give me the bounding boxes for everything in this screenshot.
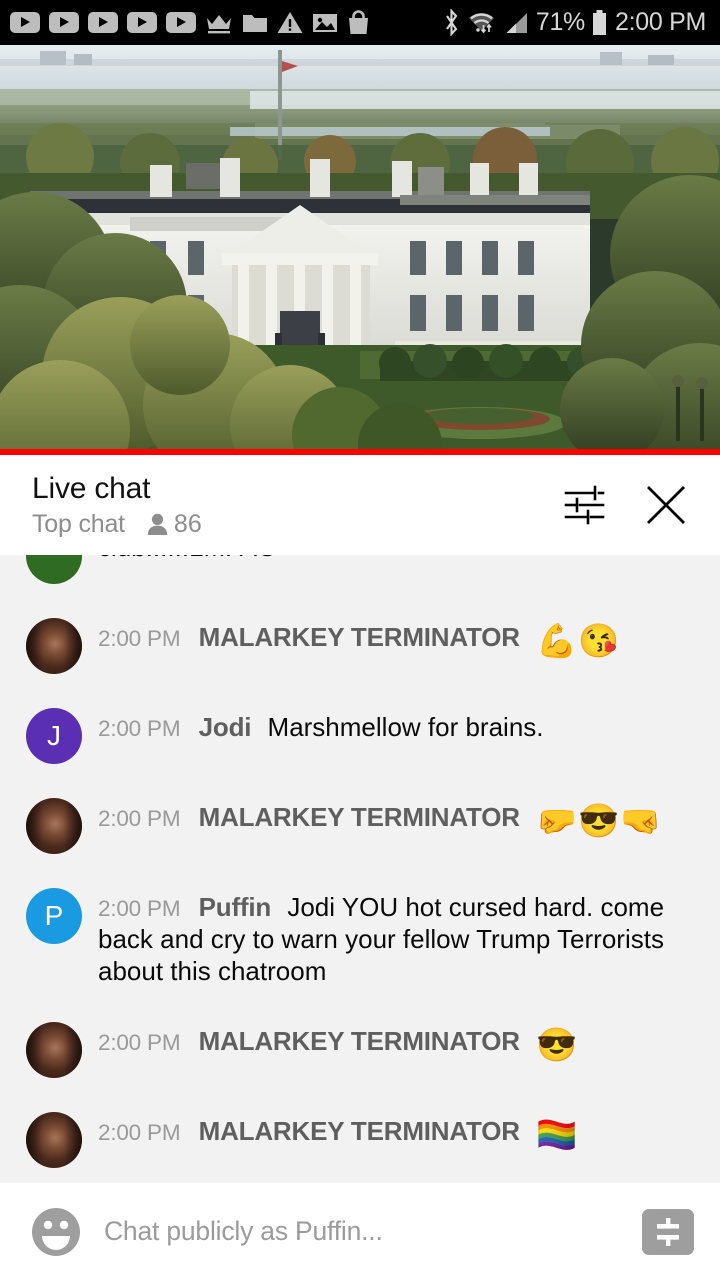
message-text: club......LMFAO (98, 555, 277, 562)
list-item[interactable]: P 2:00 PM Puffin Jodi YOU hot cursed har… (0, 871, 720, 1005)
bluetooth-icon (445, 9, 458, 36)
youtube-play-icon (10, 12, 40, 33)
superchat-button[interactable] (642, 1208, 694, 1255)
message-body: 2:00 PM Puffin Jodi YOU hot cursed hard.… (98, 888, 696, 988)
live-chat-header: Live chat Top chat 86 (0, 455, 720, 555)
youtube-play-icon (49, 12, 79, 33)
message-author[interactable]: MALARKEY TERMINATOR (199, 622, 520, 652)
message-timestamp: 2:00 PM (98, 716, 181, 741)
image-icon (313, 13, 337, 32)
message-emoji: 😎 (536, 1025, 579, 1063)
chat-input[interactable] (104, 1216, 626, 1247)
message-body: 2:00 PM MALARKEY TERMINATOR 😎 (98, 1022, 696, 1066)
youtube-play-icon (88, 12, 118, 33)
message-emoji: 🏳️‍🌈 (536, 1115, 579, 1153)
folder-icon (243, 14, 267, 32)
message-author[interactable]: MALARKEY TERMINATOR (199, 1026, 520, 1056)
chat-settings-sliders-icon (564, 485, 605, 525)
video-frame (0, 45, 720, 455)
message-timestamp: 2:00 PM (98, 1029, 181, 1055)
chat-mode-label[interactable]: Top chat (32, 510, 125, 539)
battery-percent-label: 71% (535, 8, 585, 36)
avatar[interactable] (26, 555, 82, 584)
status-bar-clock: 2:00 PM (614, 8, 706, 36)
wifi-icon (468, 12, 494, 33)
video-player[interactable] (0, 45, 720, 455)
list-item[interactable]: club......LMFAO (0, 555, 720, 601)
status-bar: 71% 2:00 PM (0, 0, 720, 45)
battery-icon (592, 9, 606, 35)
close-icon (647, 486, 685, 524)
cellular-signal-icon (506, 12, 527, 33)
chat-message-list[interactable]: club......LMFAO 2:00 PM MALARKEY TERMINA… (0, 555, 720, 1183)
shopping-bag-icon (349, 10, 368, 34)
message-timestamp: 2:00 PM (98, 1119, 181, 1145)
avatar[interactable] (26, 798, 82, 854)
dollar-sign-icon (657, 1217, 679, 1246)
viewer-count: 86 (173, 510, 202, 539)
avatar-letter: P (44, 900, 64, 931)
chat-settings-button[interactable] (556, 477, 612, 533)
avatar[interactable] (26, 618, 82, 674)
crown-icon (207, 14, 231, 33)
status-bar-system-icons: 71% 2:00 PM (443, 8, 706, 37)
warning-triangle-icon (277, 12, 303, 33)
avatar[interactable] (26, 1111, 82, 1168)
message-emoji: 💪😘 (536, 622, 621, 659)
avatar[interactable] (26, 1021, 82, 1078)
youtube-play-icon (127, 12, 157, 33)
chat-header-subrow: Top chat 86 (32, 510, 556, 539)
list-item[interactable]: 2:00 PM MALARKEY TERMINATOR 😎 (0, 1005, 720, 1095)
youtube-play-icon (166, 12, 196, 33)
message-author[interactable]: MALARKEY TERMINATOR (199, 802, 520, 832)
list-item[interactable]: 2:00 PM MALARKEY TERMINATOR 🏳️‍🌈 (0, 1095, 720, 1183)
message-timestamp: 2:00 PM (98, 626, 181, 651)
avatar[interactable]: J (26, 708, 82, 764)
message-body: club......LMFAO (98, 555, 696, 563)
message-author[interactable]: MALARKEY TERMINATOR (199, 1116, 520, 1146)
avatar-letter: J (47, 720, 61, 751)
message-timestamp: 2:00 PM (98, 806, 181, 831)
list-item[interactable]: J 2:00 PM Jodi Marshmellow for brains. (0, 691, 720, 781)
message-body: 2:00 PM Jodi Marshmellow for brains. (98, 708, 696, 743)
video-progress-bar[interactable] (0, 449, 720, 455)
message-author[interactable]: Puffin (199, 892, 272, 922)
list-item[interactable]: 2:00 PM MALARKEY TERMINATOR 🤛😎🤜 (0, 781, 720, 871)
list-item[interactable]: 2:00 PM MALARKEY TERMINATOR 💪😘 (0, 601, 720, 691)
emoji-smiley-icon[interactable] (30, 1206, 82, 1258)
message-author[interactable]: Jodi (199, 712, 252, 742)
message-timestamp: 2:00 PM (98, 896, 181, 921)
message-text: Jodi YOU hot cursed hard. come back and … (98, 892, 665, 987)
chat-input-bar (0, 1183, 720, 1280)
person-icon (147, 513, 168, 536)
status-bar-notification-icons (10, 10, 443, 35)
message-body: 2:00 PM MALARKEY TERMINATOR 💪😘 (98, 618, 696, 662)
page-title: Live chat (32, 471, 151, 505)
message-text: Marshmellow for brains. (267, 712, 544, 742)
message-body: 2:00 PM MALARKEY TERMINATOR 🏳️‍🌈 (98, 1112, 696, 1156)
avatar[interactable]: P (26, 888, 82, 944)
message-emoji: 🤛😎🤜 (536, 802, 663, 839)
message-body: 2:00 PM MALARKEY TERMINATOR 🤛😎🤜 (98, 798, 696, 842)
viewer-count-block: 86 (147, 510, 202, 539)
close-button[interactable] (638, 477, 694, 533)
chat-header-text: Live chat Top chat 86 (32, 471, 556, 539)
